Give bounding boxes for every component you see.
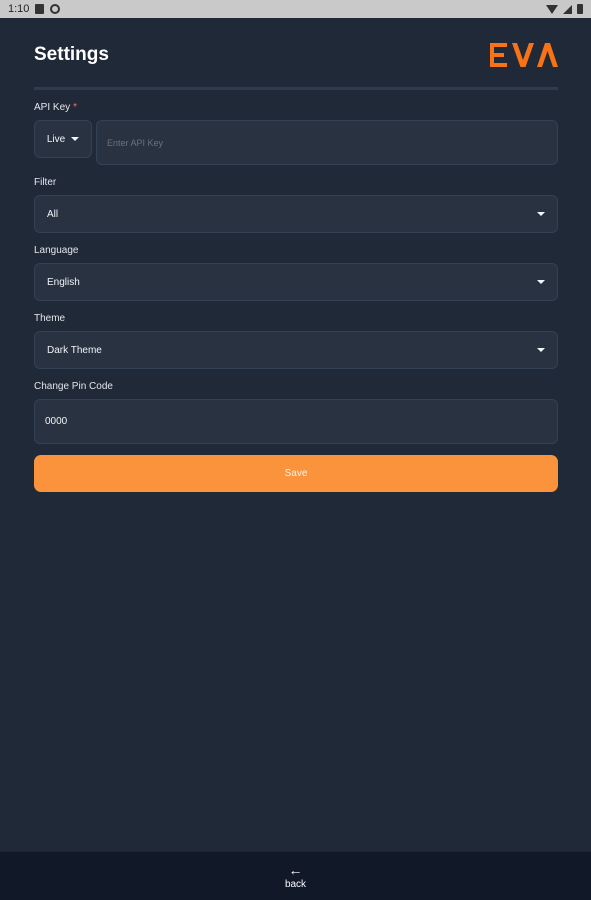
chevron-down-icon	[537, 348, 545, 352]
pin-code-input[interactable]: 0000	[34, 399, 558, 444]
theme-value: Dark Theme	[47, 344, 102, 356]
back-button[interactable]: ← back	[285, 863, 306, 890]
theme-select[interactable]: Dark Theme	[34, 331, 558, 369]
theme-label: Theme	[34, 313, 66, 324]
wifi-icon	[546, 4, 558, 14]
status-time: 1:10	[8, 3, 30, 15]
api-key-placeholder: Enter API Key	[107, 137, 164, 148]
back-label: back	[284, 878, 307, 890]
api-key-input[interactable]: Enter API Key	[96, 120, 558, 165]
notification-icon	[35, 4, 45, 14]
language-select[interactable]: English	[34, 263, 558, 301]
app-notification-icon	[50, 4, 61, 14]
chevron-down-icon	[537, 212, 545, 216]
language-label: Language	[34, 245, 79, 256]
language-value: English	[47, 276, 80, 288]
api-key-label: API Key *	[34, 102, 558, 114]
filter-value: All	[47, 208, 59, 220]
eva-logo	[490, 42, 558, 67]
api-mode-value: Live	[46, 133, 66, 145]
save-button[interactable]: Save	[34, 455, 558, 492]
pin-label: Change Pin Code	[34, 381, 113, 392]
required-mark: *	[73, 102, 78, 113]
pin-code-value: 0000	[45, 416, 68, 427]
status-bar: 1:10	[0, 0, 591, 18]
api-key-label-text: API Key	[34, 102, 71, 113]
arrow-left-icon: ←	[288, 861, 303, 878]
filter-label: Filter	[34, 177, 57, 188]
header: Settings	[34, 18, 558, 90]
signal-icon	[563, 4, 572, 14]
bottom-nav: ← back	[0, 851, 591, 900]
filter-select[interactable]: All	[34, 195, 558, 233]
api-mode-select[interactable]: Live	[34, 120, 92, 158]
page-title: Settings	[34, 43, 109, 65]
chevron-down-icon	[537, 280, 545, 284]
eva-logo-icon	[490, 42, 558, 67]
chevron-down-icon	[71, 137, 80, 141]
save-button-label: Save	[284, 468, 308, 479]
settings-form: Settings API Key * Live Enter API Key Fil…	[34, 18, 558, 492]
battery-icon	[577, 4, 583, 14]
